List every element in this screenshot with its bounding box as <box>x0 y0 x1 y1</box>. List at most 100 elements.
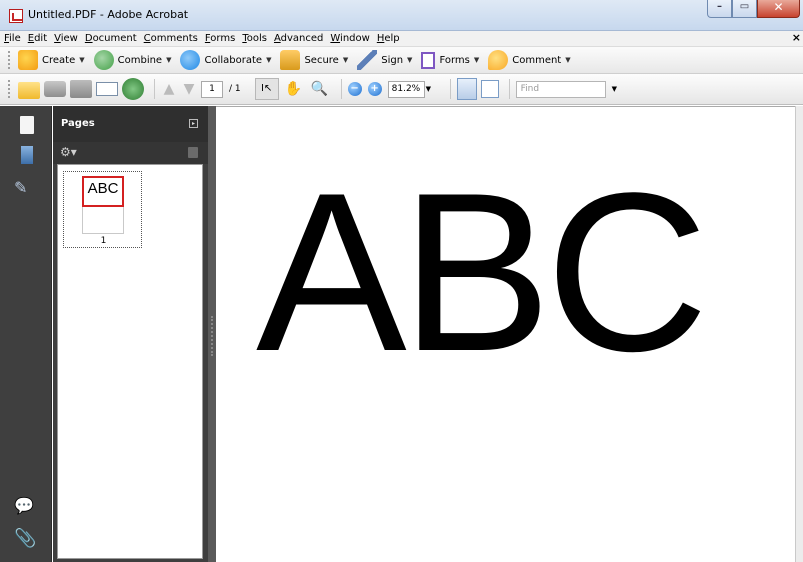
page-thumbnail[interactable]: ABC 1 <box>63 171 142 248</box>
upload-icon[interactable] <box>122 78 144 100</box>
combine-icon <box>93 50 114 70</box>
comments-icon[interactable]: 💬 <box>14 496 36 516</box>
select-tool-icon[interactable]: I↖ <box>254 78 279 100</box>
close-icon: ✕ <box>773 0 784 14</box>
comment-bubble-icon <box>488 50 509 70</box>
toolbar-divider <box>340 79 342 99</box>
forms-label: Forms <box>439 54 470 66</box>
toolbar-divider <box>154 79 155 99</box>
pages-panel-header: Pages ▸ <box>53 106 208 142</box>
menu-tools[interactable]: Tools <box>242 33 267 44</box>
toolbar-divider <box>449 79 451 99</box>
file-nav-toolbar: ▲ ▼ 1 / 1 I↖ ✋ 🔍 − + 81.2% ▼ Find ▼ <box>0 74 803 105</box>
combine-button[interactable]: Combine ▼ <box>93 50 172 70</box>
acrobat-app-icon[interactable] <box>9 9 23 23</box>
tasks-toolbar: Create ▼ Combine ▼ Collaborate ▼ Secure … <box>0 47 803 74</box>
chevron-down-icon: ▼ <box>79 56 85 64</box>
lock-icon <box>280 50 301 70</box>
hand-tool-icon[interactable]: ✋ <box>283 78 305 100</box>
navigation-pane-strip: ✎ 💬 📎 <box>0 106 52 562</box>
fit-page-icon[interactable] <box>480 80 499 98</box>
marquee-zoom-icon[interactable]: 🔍 <box>309 78 331 100</box>
panel-options-icon[interactable]: ▸ <box>189 119 198 128</box>
next-page-icon[interactable]: ▼ <box>181 81 197 97</box>
pages-icon[interactable] <box>20 116 34 134</box>
vertical-scrollbar[interactable] <box>795 106 803 562</box>
menu-bar: File Edit View Document Comments Forms T… <box>0 31 803 47</box>
gear-icon[interactable]: ⚙▾ <box>60 145 77 159</box>
page-count: / 1 <box>229 84 241 94</box>
menu-advanced[interactable]: Advanced <box>274 33 323 44</box>
save-icon[interactable] <box>70 80 92 98</box>
bookmarks-icon[interactable] <box>21 146 33 164</box>
minimize-icon: – <box>717 1 722 12</box>
secure-button[interactable]: Secure ▼ <box>280 50 348 70</box>
collaborate-label: Collaborate <box>204 54 263 66</box>
secure-label: Secure <box>304 54 339 66</box>
scrolling-mode-icon[interactable] <box>456 78 477 100</box>
find-options-icon[interactable]: ▼ <box>612 85 617 93</box>
sign-button[interactable]: Sign ▼ <box>357 50 412 70</box>
find-input[interactable]: Find <box>515 80 606 98</box>
attachments-icon[interactable]: 📎 <box>14 529 36 549</box>
pages-panel-toolbar: ⚙▾ <box>53 142 208 164</box>
pane-splitter[interactable] <box>208 106 216 562</box>
email-icon[interactable] <box>96 82 118 96</box>
chevron-down-icon: ▼ <box>266 56 272 64</box>
pages-panel: Pages ▸ ⚙▾ ABC 1 <box>53 106 208 562</box>
combine-label: Combine <box>117 54 163 66</box>
print-icon[interactable] <box>44 81 66 97</box>
menu-file[interactable]: File <box>4 33 21 44</box>
chevron-down-icon: ▼ <box>342 56 349 64</box>
zoom-out-icon[interactable]: − <box>347 82 362 96</box>
window-controls: – ▭ ✕ <box>707 0 800 18</box>
document-view[interactable]: ABC <box>216 106 795 562</box>
menu-window[interactable]: Window <box>330 33 369 44</box>
open-folder-icon[interactable] <box>18 81 40 99</box>
sign-label: Sign <box>381 54 404 66</box>
maximize-icon: ▭ <box>739 1 750 12</box>
thumbnails-area: ABC 1 <box>57 164 203 559</box>
zoom-dropdown-icon[interactable]: ▼ <box>426 81 436 98</box>
pages-panel-title: Pages <box>61 118 95 129</box>
title-bar: Untitled.PDF - Adobe Acrobat – ▭ ✕ <box>0 0 803 31</box>
page-number-input[interactable]: 1 <box>201 80 223 98</box>
minimize-button[interactable]: – <box>707 0 732 18</box>
zoom-level-input[interactable]: 81.2% <box>387 80 425 98</box>
forms-icon <box>421 51 436 69</box>
menu-document[interactable]: Document <box>85 33 137 44</box>
comment-button[interactable]: Comment ▼ <box>488 50 571 70</box>
thumbnail-page[interactable]: ABC <box>82 176 124 234</box>
toolbar-divider <box>508 79 510 99</box>
zoom-in-icon[interactable]: + <box>367 82 382 96</box>
toolbar-grip[interactable] <box>8 80 12 98</box>
collaborate-button[interactable]: Collaborate ▼ <box>180 50 271 70</box>
menu-view[interactable]: View <box>54 33 78 44</box>
create-pdf-icon <box>18 50 38 70</box>
window-title: Untitled.PDF - Adobe Acrobat <box>28 8 189 21</box>
menu-edit[interactable]: Edit <box>28 33 47 44</box>
close-button[interactable]: ✕ <box>757 0 800 18</box>
comment-label: Comment <box>512 54 562 66</box>
pen-icon <box>357 50 378 70</box>
chevron-down-icon: ▼ <box>473 56 480 64</box>
chevron-down-icon: ▼ <box>166 56 172 64</box>
trash-icon[interactable] <box>188 147 198 158</box>
maximize-button[interactable]: ▭ <box>732 0 757 18</box>
chevron-down-icon: ▼ <box>565 56 571 64</box>
menu-comments[interactable]: Comments <box>144 33 198 44</box>
thumbnail-page-number: 1 <box>100 236 107 246</box>
previous-page-icon[interactable]: ▲ <box>161 81 177 97</box>
document-text: ABC <box>256 145 709 398</box>
menu-forms[interactable]: Forms <box>205 33 235 44</box>
create-button[interactable]: Create ▼ <box>18 50 85 70</box>
close-document-icon[interactable]: × <box>792 31 801 44</box>
create-label: Create <box>42 54 76 66</box>
signatures-icon[interactable]: ✎ <box>14 178 36 198</box>
menu-help[interactable]: Help <box>377 33 400 44</box>
chevron-down-icon: ▼ <box>407 56 413 64</box>
collaborate-icon <box>180 50 201 70</box>
toolbar-grip[interactable] <box>8 51 12 69</box>
thumbnail-text: ABC <box>87 180 119 197</box>
forms-button[interactable]: Forms ▼ <box>421 51 480 69</box>
